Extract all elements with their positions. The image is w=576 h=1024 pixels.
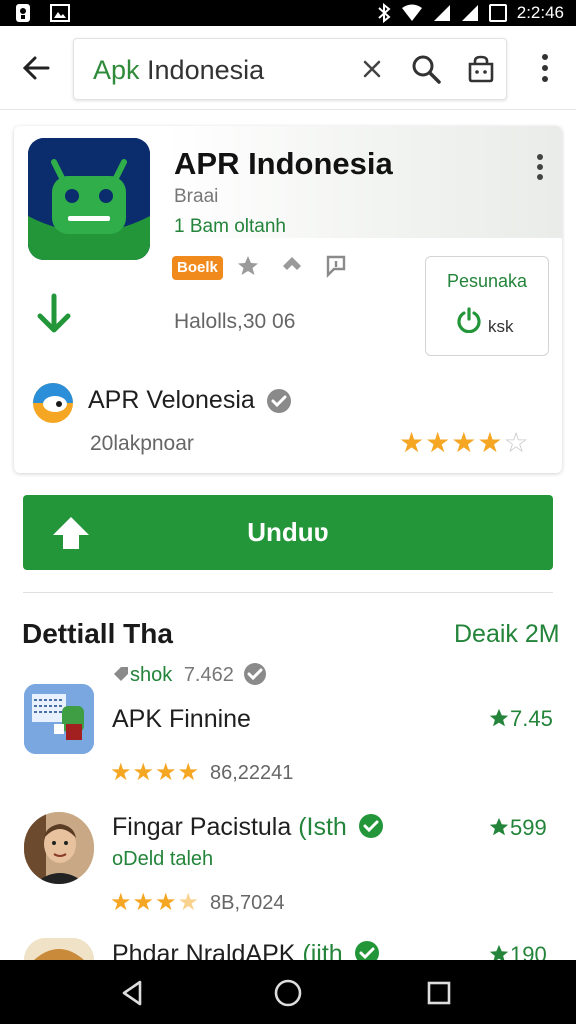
developer-name[interactable]: APR Velonesia [88, 386, 255, 415]
list-item-overline-prefix: shok [130, 664, 173, 686]
rating-stars: ★★★★☆ [399, 426, 530, 459]
tag-icon [283, 257, 301, 270]
verified-badge-icon [244, 663, 267, 685]
review-count: 20lakpnoar [90, 432, 194, 455]
list-item-rating: 599 [488, 815, 547, 841]
search-query-text: Apk Indonesia [93, 55, 264, 86]
list-item-rating: 7.45 [488, 706, 553, 732]
status-bar: 2:2:46 [0, 0, 576, 26]
list-item-overline: shok 7.462 [112, 662, 267, 687]
toolbar: Apk Indonesia [0, 26, 576, 110]
search-query: Indonesia [139, 55, 265, 85]
star-icon: ★ [477, 427, 504, 458]
signal-icon [461, 5, 478, 21]
star-icon: ★ [132, 889, 156, 916]
list-item-stars: ★★★★ [110, 758, 200, 787]
star-icon: ★ [132, 759, 156, 786]
download-button[interactable]: Unduʋ [23, 495, 553, 570]
app-icon [28, 138, 150, 260]
search-prefix: Apk [93, 55, 140, 85]
more-vert-icon[interactable] [530, 50, 560, 86]
star-icon: ★ [110, 889, 133, 916]
star-icon: ★ [155, 889, 178, 916]
bag-icon[interactable] [466, 54, 496, 84]
list-item-rating-value: 7.45 [510, 706, 553, 731]
star-icon: ★ [177, 889, 201, 916]
list-item-title[interactable]: Fingar Pacistula (Isth [112, 813, 384, 842]
image-icon [50, 4, 70, 22]
list-item-rating-value: 599 [510, 815, 547, 840]
divider [23, 592, 553, 593]
star-icon: ★ [451, 427, 478, 458]
home-circle-icon[interactable] [271, 976, 305, 1010]
install-option-label: ksk [488, 317, 514, 336]
meta-icon-row [236, 254, 348, 278]
battery-icon [488, 4, 507, 22]
star-icon: ★ [110, 759, 133, 786]
app-developer-line: Braai [174, 186, 219, 207]
star-icon: ★ [425, 427, 452, 458]
list-item-thumbnail[interactable] [24, 684, 94, 754]
star-icon: ☆ [503, 427, 530, 458]
app-card: APR Indonesia Braai 1 Bam oltanh Boelk H… [14, 126, 562, 473]
navigation-bar [0, 960, 576, 1024]
list-item-title-suffix: (Isth [298, 813, 347, 841]
app-category: 1 Bam oltanh [174, 216, 286, 237]
section-title: Dettiall Tha [22, 618, 173, 649]
list-item-title[interactable]: APK Finnine [112, 705, 251, 734]
list-item-meta: 86,22241 [210, 762, 294, 784]
recents-square-icon[interactable] [422, 976, 456, 1010]
install-option-title: Pesunaka [446, 271, 528, 291]
list-item-stars: ★★★★ [110, 888, 200, 917]
flag-icon [326, 255, 346, 278]
star-icon: ★ [177, 759, 201, 786]
list-item-subtitle: oDeld taleh [112, 848, 214, 870]
star-icon [238, 256, 258, 275]
status-badge: Boelk [172, 256, 223, 280]
download-arrow-icon[interactable] [34, 292, 74, 336]
list-item-title-text: Fingar Pacistula [112, 813, 292, 841]
status-time: 2:2:46 [516, 3, 564, 22]
list-item-overline-value: 7.462 [183, 664, 234, 686]
list-item-avatar[interactable] [24, 812, 94, 884]
wifi-icon [401, 4, 422, 21]
search-icon[interactable] [410, 53, 442, 85]
developer-logo-icon [33, 383, 73, 423]
section-more-link[interactable]: Deaik 2M [454, 620, 560, 649]
clear-icon[interactable] [358, 55, 386, 83]
verified-badge-icon [358, 814, 383, 838]
install-count: Halolls,30 06 [174, 310, 296, 333]
bluetooth-icon [378, 3, 391, 23]
list-item-avatar[interactable] [24, 938, 94, 960]
star-icon [489, 817, 509, 836]
back-arrow-icon[interactable] [18, 50, 54, 86]
app-title: APR Indonesia [174, 146, 393, 181]
search-input[interactable]: Apk Indonesia [73, 38, 507, 100]
download-button-label: Unduʋ [247, 517, 329, 547]
install-option-button[interactable]: Pesunaka ksk [425, 256, 549, 356]
power-icon [457, 307, 481, 333]
tag-icon [114, 667, 128, 681]
star-icon [489, 708, 509, 727]
notification-icon [16, 4, 30, 22]
list-item-meta: 8B,7024 [210, 892, 285, 914]
back-triangle-icon[interactable] [116, 976, 150, 1010]
more-vert-icon[interactable] [530, 152, 550, 182]
star-icon: ★ [399, 427, 426, 458]
star-icon: ★ [155, 759, 178, 786]
verified-badge-icon [267, 389, 291, 413]
signal-icon [433, 5, 450, 21]
